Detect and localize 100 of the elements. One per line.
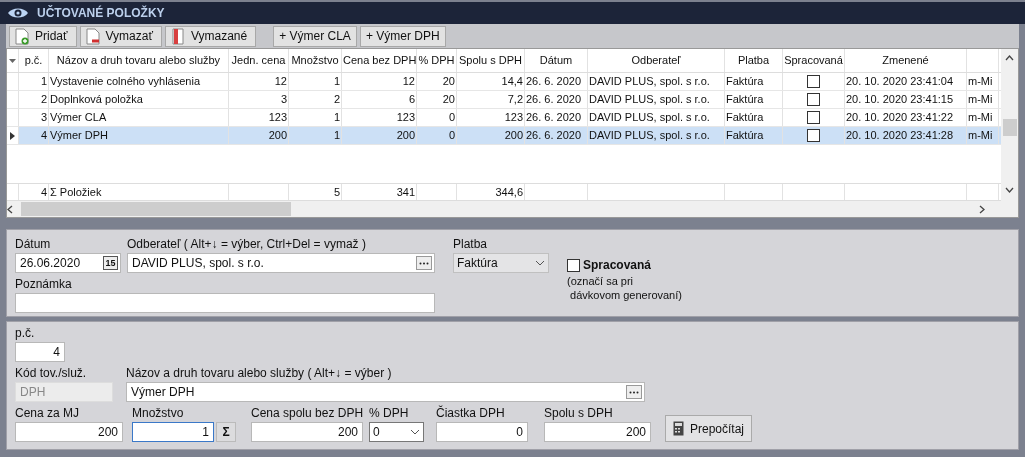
table-cell-text: DAVID PLUS, spol. s r.o. <box>589 110 710 126</box>
number-field[interactable]: 4 <box>15 342 65 362</box>
table-cell-text: 26. 6. 2020 <box>526 74 582 90</box>
toolbar-button[interactable]: Vymazať <box>79 25 162 47</box>
column-header[interactable]: Spolu s DPH <box>458 52 523 69</box>
table-cell-text: 1 <box>40 74 47 90</box>
horizontal-scrollbar[interactable] <box>7 201 1001 217</box>
toolbar-button[interactable]: Vymazané <box>164 25 257 47</box>
column-header[interactable]: Dátum <box>526 52 586 69</box>
table-cell-text: 1 <box>333 74 340 90</box>
column-header[interactable]: Zmenené <box>846 52 965 69</box>
note-field[interactable] <box>15 293 435 313</box>
toolbar-button[interactable]: + Výmer CLA <box>273 25 357 47</box>
vat-amount-field[interactable]: 0 <box>436 422 528 442</box>
field-label: Poznámka <box>15 276 73 292</box>
field-label: % DPH <box>369 405 410 421</box>
field-label: Názov a druh tovaru alebo služby ( Alt+↓ = výber ) <box>126 365 393 381</box>
table-row[interactable]: 3 Výmer CLA 123 1 123 0 123 26. 6. 2020 DAVID PLUS, spol. s r.o. Faktúra 20. 10. 2020 23:41:22 m-Mi <box>7 109 1001 127</box>
table-cell-text: 3 <box>40 110 47 126</box>
table-cell-text: 4 <box>40 128 47 144</box>
table-cell-text: Výmer CLA <box>50 110 107 126</box>
table-cell-text: DAVID PLUS, spol. s r.o. <box>589 128 710 144</box>
add-document-icon <box>15 27 29 45</box>
chevron-right-icon <box>979 204 985 214</box>
table-cell-text: 12 <box>274 74 287 90</box>
toolbar-button[interactable]: + Výmer DPH <box>359 25 446 47</box>
column-header[interactable]: Množstvo <box>290 52 340 69</box>
column-header[interactable]: % DPH <box>418 52 455 69</box>
table-cell-text: 200 <box>396 128 415 144</box>
table-cell-text: 12 <box>402 74 415 90</box>
table-row[interactable]: 2 Doplnková položka 3 2 6 20 7,2 26. 6. 2020 DAVID PLUS, spol. s r.o. Faktúra 20. 10. 2020 23:41:15 m-Mi <box>7 91 1001 109</box>
table-cell-text: 123 <box>396 110 415 126</box>
table-cell-text: 0 <box>448 128 455 144</box>
table-cell-text: 1 <box>333 110 340 126</box>
table-cell-text: 200 <box>504 128 523 144</box>
checkbox[interactable] <box>807 111 820 124</box>
table-cell-text: 3 <box>280 92 287 108</box>
field-label: Odberateľ ( Alt+↓ = výber, Ctrl+Del = vymaž ) <box>127 236 367 252</box>
column-header[interactable]: Spracovaná <box>784 52 843 69</box>
checkbox[interactable] <box>807 75 820 88</box>
checkbox[interactable] <box>567 258 580 272</box>
column-header[interactable]: Jedn. cena <box>230 52 287 69</box>
vertical-scrollbar[interactable] <box>1001 49 1018 217</box>
sum-button[interactable]: Σ <box>216 422 236 442</box>
checkbox[interactable] <box>807 129 820 142</box>
field-label: p.č. <box>15 325 36 341</box>
scrollbar-thumb[interactable] <box>1002 119 1017 136</box>
window-title: UČTOVANÉ POLOŽKY <box>37 4 165 22</box>
table-cell-text: Faktúra <box>726 110 764 126</box>
table-cell-text: 123 <box>504 110 523 126</box>
table-cell-text: Vystavenie colného vyhlásenia <box>50 74 201 90</box>
chevron-down-icon <box>1005 187 1014 193</box>
summary-cell: 341 <box>396 184 415 200</box>
column-header[interactable]: Cena bez DPH <box>343 52 415 69</box>
calculator-icon <box>673 421 684 436</box>
table-cell-text: 14,4 <box>501 74 523 90</box>
total-field[interactable]: 200 <box>544 422 651 442</box>
table-cell-text: m-Mi <box>968 74 993 90</box>
table-cell-text: 26. 6. 2020 <box>526 128 582 144</box>
chevron-down-icon <box>410 429 420 435</box>
eye-icon <box>7 7 29 19</box>
price-field[interactable]: 200 <box>251 422 363 442</box>
field-label: Platba <box>453 236 489 252</box>
book-icon <box>170 27 185 45</box>
column-header[interactable]: Platba <box>726 52 781 69</box>
quantity-field[interactable]: 1 <box>132 422 214 442</box>
scrollbar-thumb[interactable] <box>21 202 291 216</box>
table-cell-text: 2 <box>40 92 47 108</box>
table-cell-text: 0 <box>448 110 455 126</box>
table-cell-text: 20. 10. 2020 23:41:28 <box>846 128 954 144</box>
column-header[interactable]: Názov a druh tovaru alebo služby <box>50 52 227 69</box>
chevron-up-icon <box>1005 55 1014 61</box>
table-cell-text: 123 <box>268 110 287 126</box>
table-row[interactable]: 4 Výmer DPH 200 1 200 0 200 26. 6. 2020 DAVID PLUS, spol. s r.o. Faktúra 20. 10. 2020 23:41:28 m-Mi <box>7 127 1001 145</box>
table-cell-text: 20 <box>442 92 455 108</box>
summary-cell: Σ Položiek <box>50 184 102 200</box>
table-cell-text: 20 <box>442 74 455 90</box>
column-header[interactable]: p.č. <box>20 52 47 69</box>
table-row[interactable]: 1 Vystavenie colného vyhlásenia 12 1 12 20 14,4 26. 6. 2020 DAVID PLUS, spol. s r.o. Faktúra 20. 10. 2020 23:41:04 m-Mi <box>7 73 1001 91</box>
column-header[interactable]: Odberateľ <box>589 52 723 69</box>
table-cell-text: DAVID PLUS, spol. s r.o. <box>589 92 710 108</box>
remove-document-icon <box>85 27 100 45</box>
row-pointer-icon <box>10 131 15 140</box>
toolbar-button[interactable]: Pridať <box>9 25 77 47</box>
table-cell-text: m-Mi <box>968 92 993 108</box>
table-cell-text: Faktúra <box>726 92 764 108</box>
payment-select[interactable]: Faktúra <box>453 253 549 273</box>
table-cell-text: 7,2 <box>507 92 523 108</box>
recalculate-button[interactable]: Prepočítaj <box>665 415 753 442</box>
field-label: Spolu s DPH <box>544 405 614 421</box>
vat-select[interactable]: 0 <box>369 422 424 442</box>
table-cell-text: Doplnková položka <box>50 92 143 108</box>
field-label: Kód tov./služ. <box>15 365 88 381</box>
table-cell-text: 20. 10. 2020 23:41:04 <box>846 74 954 90</box>
unit-price-field[interactable]: 200 <box>15 422 123 442</box>
checkbox[interactable] <box>807 93 820 106</box>
processed-hint: (označí sa pri dávkovom generovaní) <box>567 274 682 302</box>
table-cell-text: 26. 6. 2020 <box>526 92 582 108</box>
table-cell-text: 1 <box>333 128 340 144</box>
table-cell-text: m-Mi <box>968 128 993 144</box>
